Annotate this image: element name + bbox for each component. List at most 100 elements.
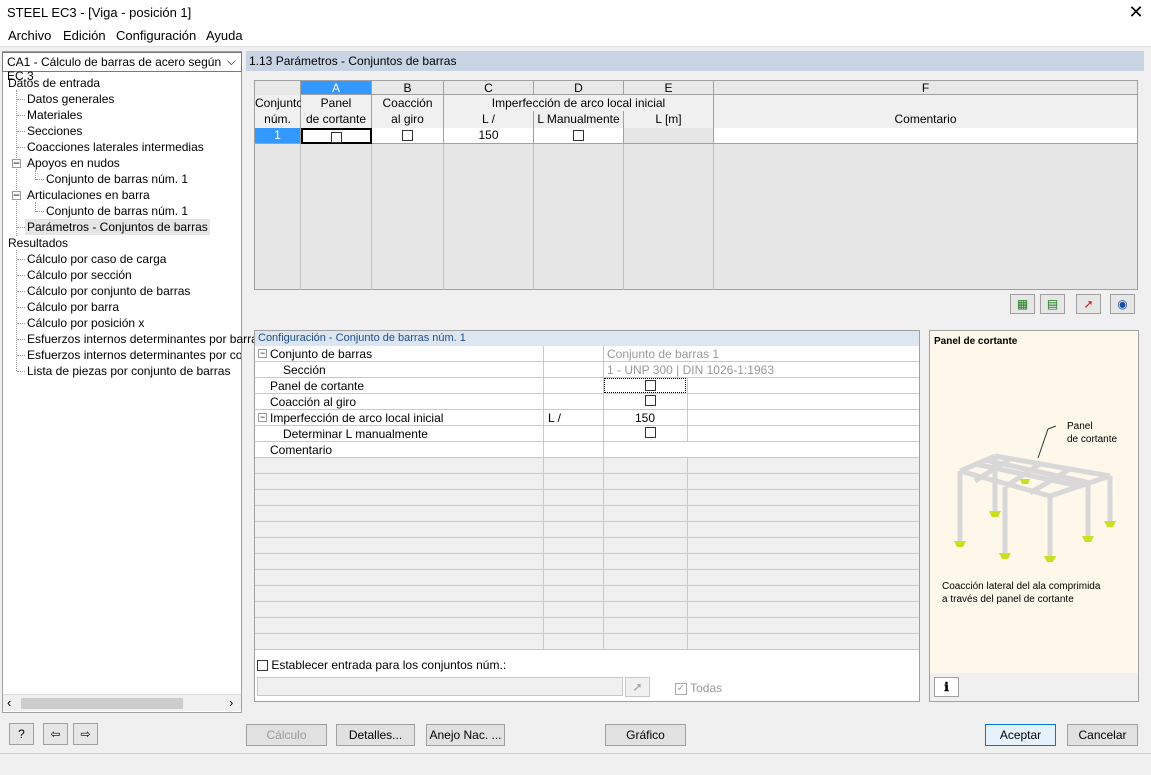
tree-item-parametros[interactable]: Parámetros - Conjuntos de barras <box>25 219 210 235</box>
pick-members-icon[interactable]: ➚ <box>625 677 650 697</box>
menu-edicion[interactable]: Edición <box>63 28 106 43</box>
cancelar-button[interactable]: Cancelar <box>1067 724 1138 746</box>
establecer-label: Establecer entrada para los conjuntos nú… <box>271 658 507 672</box>
establecer-checkbox[interactable] <box>257 660 268 672</box>
config-imperf-label: Imperfección de arco local inicial <box>270 411 444 425</box>
l-manual-checkbox-cell[interactable] <box>534 128 624 144</box>
col-letter-f[interactable]: F <box>714 81 1138 95</box>
collapse-icon[interactable]: − <box>258 349 267 358</box>
tree-datos-entrada[interactable]: Datos de entrada <box>8 76 100 90</box>
chevron-down-icon: ⌵ <box>226 54 236 68</box>
config-comentario-label: Comentario <box>270 443 333 457</box>
menu-configuracion[interactable]: Configuración <box>116 28 196 43</box>
shear-panel-illustration <box>954 425 1116 562</box>
tree-item-apoyos[interactable]: Apoyos en nudos <box>27 156 120 170</box>
row-number[interactable]: 1 <box>255 128 301 144</box>
panel-checkbox-cell[interactable] <box>301 128 372 144</box>
info-callout-2: de cortante <box>1067 434 1118 445</box>
help-icon[interactable]: ? <box>9 723 34 745</box>
config-panel-label: Panel de cortante <box>270 379 365 393</box>
col-letter-d[interactable]: D <box>534 81 624 95</box>
header-imperfeccion: Imperfección de arco local inicial <box>444 95 714 111</box>
config-coaccion-label: Coacción al giro <box>270 395 357 409</box>
config-panel-checkbox[interactable] <box>645 380 656 391</box>
title-bar: STEEL EC3 - [Viga - posición 1] ✕ <box>0 0 1151 26</box>
tree-item-coacciones[interactable]: Coacciones laterales intermedias <box>27 140 204 154</box>
config-imperf-value[interactable]: 150 <box>604 411 686 425</box>
todas-row: ✓ Todas <box>675 681 722 695</box>
collapse-icon[interactable]: − <box>258 413 267 422</box>
panel-checkbox[interactable] <box>331 132 342 144</box>
config-panel: Configuración - Conjunto de barras núm. … <box>254 330 920 702</box>
previous-icon[interactable]: ⇦ <box>43 723 68 745</box>
status-bar <box>0 753 1151 775</box>
header-conjunto: Conjunto núm. <box>255 95 304 128</box>
config-determinar-checkbox[interactable] <box>645 427 656 438</box>
anejo-button[interactable]: Anejo Nac. ... <box>426 724 505 746</box>
header-comentario: Comentario <box>714 95 1138 128</box>
tree-horizontal-scrollbar[interactable]: ‹ › <box>3 694 241 711</box>
scroll-left-icon[interactable]: ‹ <box>7 695 11 710</box>
col-letter-e[interactable]: E <box>624 81 714 95</box>
info-footer: ℹ <box>930 673 1138 701</box>
comentario-cell[interactable] <box>714 128 1138 144</box>
tree-result-seccion[interactable]: Cálculo por sección <box>27 268 132 282</box>
header-coaccion: Coacción al giro <box>372 95 444 128</box>
tree-result-caso-carga[interactable]: Cálculo por caso de carga <box>27 252 166 266</box>
tree-resultados[interactable]: Resultados <box>8 236 68 250</box>
collapse-icon[interactable]: − <box>12 189 21 201</box>
tree-item-articulaciones[interactable]: Articulaciones en barra <box>27 188 150 202</box>
tree-result-lista-piezas[interactable]: Lista de piezas por conjunto de barras <box>27 364 230 378</box>
tree-item-secciones[interactable]: Secciones <box>27 124 82 138</box>
aceptar-button[interactable]: Aceptar <box>985 724 1056 746</box>
excel-import-icon[interactable]: ▤ <box>1040 294 1065 314</box>
detalles-button[interactable]: Detalles... <box>336 724 415 746</box>
tree-item-datos-generales[interactable]: Datos generales <box>27 92 114 106</box>
header-l: L / <box>444 111 534 128</box>
establecer-input[interactable] <box>257 677 623 696</box>
tree-result-barra[interactable]: Cálculo por barra <box>27 300 119 314</box>
calculo-button[interactable]: Cálculo <box>246 724 327 746</box>
grafico-button[interactable]: Gráfico <box>605 724 686 746</box>
config-imperf-unit: L / <box>548 411 561 425</box>
next-icon[interactable]: ⇨ <box>73 723 98 745</box>
coaccion-checkbox[interactable] <box>402 130 413 142</box>
excel-export-icon[interactable]: ▦ <box>1010 294 1035 314</box>
close-icon[interactable]: ✕ <box>1126 2 1146 22</box>
select-pick-icon[interactable]: ➚ <box>1076 294 1101 314</box>
tree-item-articulaciones-conjunto[interactable]: Conjunto de barras núm. 1 <box>46 204 188 218</box>
tree-item-apoyos-conjunto[interactable]: Conjunto de barras núm. 1 <box>46 172 188 186</box>
l-m-cell[interactable] <box>624 128 714 144</box>
menu-ayuda[interactable]: Ayuda <box>206 28 243 43</box>
tree-result-esfuerzos-conjunto[interactable]: Esfuerzos internos determinantes por con… <box>27 348 241 362</box>
col-letter-c[interactable]: C <box>444 81 534 95</box>
scroll-thumb[interactable] <box>21 698 183 709</box>
info-icon[interactable]: ℹ <box>934 677 959 697</box>
config-determinar-cell[interactable] <box>604 426 686 441</box>
l-manual-checkbox[interactable] <box>573 130 584 142</box>
tree-result-esfuerzos-barra[interactable]: Esfuerzos internos determinantes por bar… <box>27 332 258 346</box>
config-determinar-label: Determinar L manualmente <box>283 427 428 441</box>
config-grid: − Conjunto de barras Conjunto de barras … <box>255 346 919 650</box>
case-selector[interactable]: CA1 - Cálculo de barras de acero según E… <box>2 52 242 83</box>
tree-result-posicion[interactable]: Cálculo por posición x <box>27 316 144 330</box>
todas-checkbox[interactable]: ✓ <box>675 682 687 695</box>
tree-result-conjunto[interactable]: Cálculo por conjunto de barras <box>27 284 190 298</box>
coaccion-checkbox-cell[interactable] <box>372 128 444 144</box>
header-l-manual: L Manualmente <box>534 111 624 128</box>
config-coaccion-checkbox[interactable] <box>645 395 656 406</box>
config-coaccion-cell[interactable] <box>604 394 686 409</box>
l-value-cell[interactable]: 150 <box>444 128 534 144</box>
col-letter-b[interactable]: B <box>372 81 444 95</box>
scroll-right-icon[interactable]: › <box>229 695 233 710</box>
config-conjunto-label: Conjunto de barras <box>270 347 373 361</box>
menu-bar: Archivo Edición Configuración Ayuda <box>0 26 1151 47</box>
info-desc-1: Coacción lateral del ala comprimida <box>942 581 1101 592</box>
collapse-icon[interactable]: − <box>12 157 21 169</box>
menu-archivo[interactable]: Archivo <box>8 28 51 43</box>
col-letter-a[interactable]: A <box>301 81 372 95</box>
tree-item-materiales[interactable]: Materiales <box>27 108 82 122</box>
establecer-row: Establecer entrada para los conjuntos nú… <box>257 658 506 672</box>
config-panel-cell[interactable] <box>604 378 686 393</box>
view-eye-icon[interactable]: ◉ <box>1110 294 1135 314</box>
